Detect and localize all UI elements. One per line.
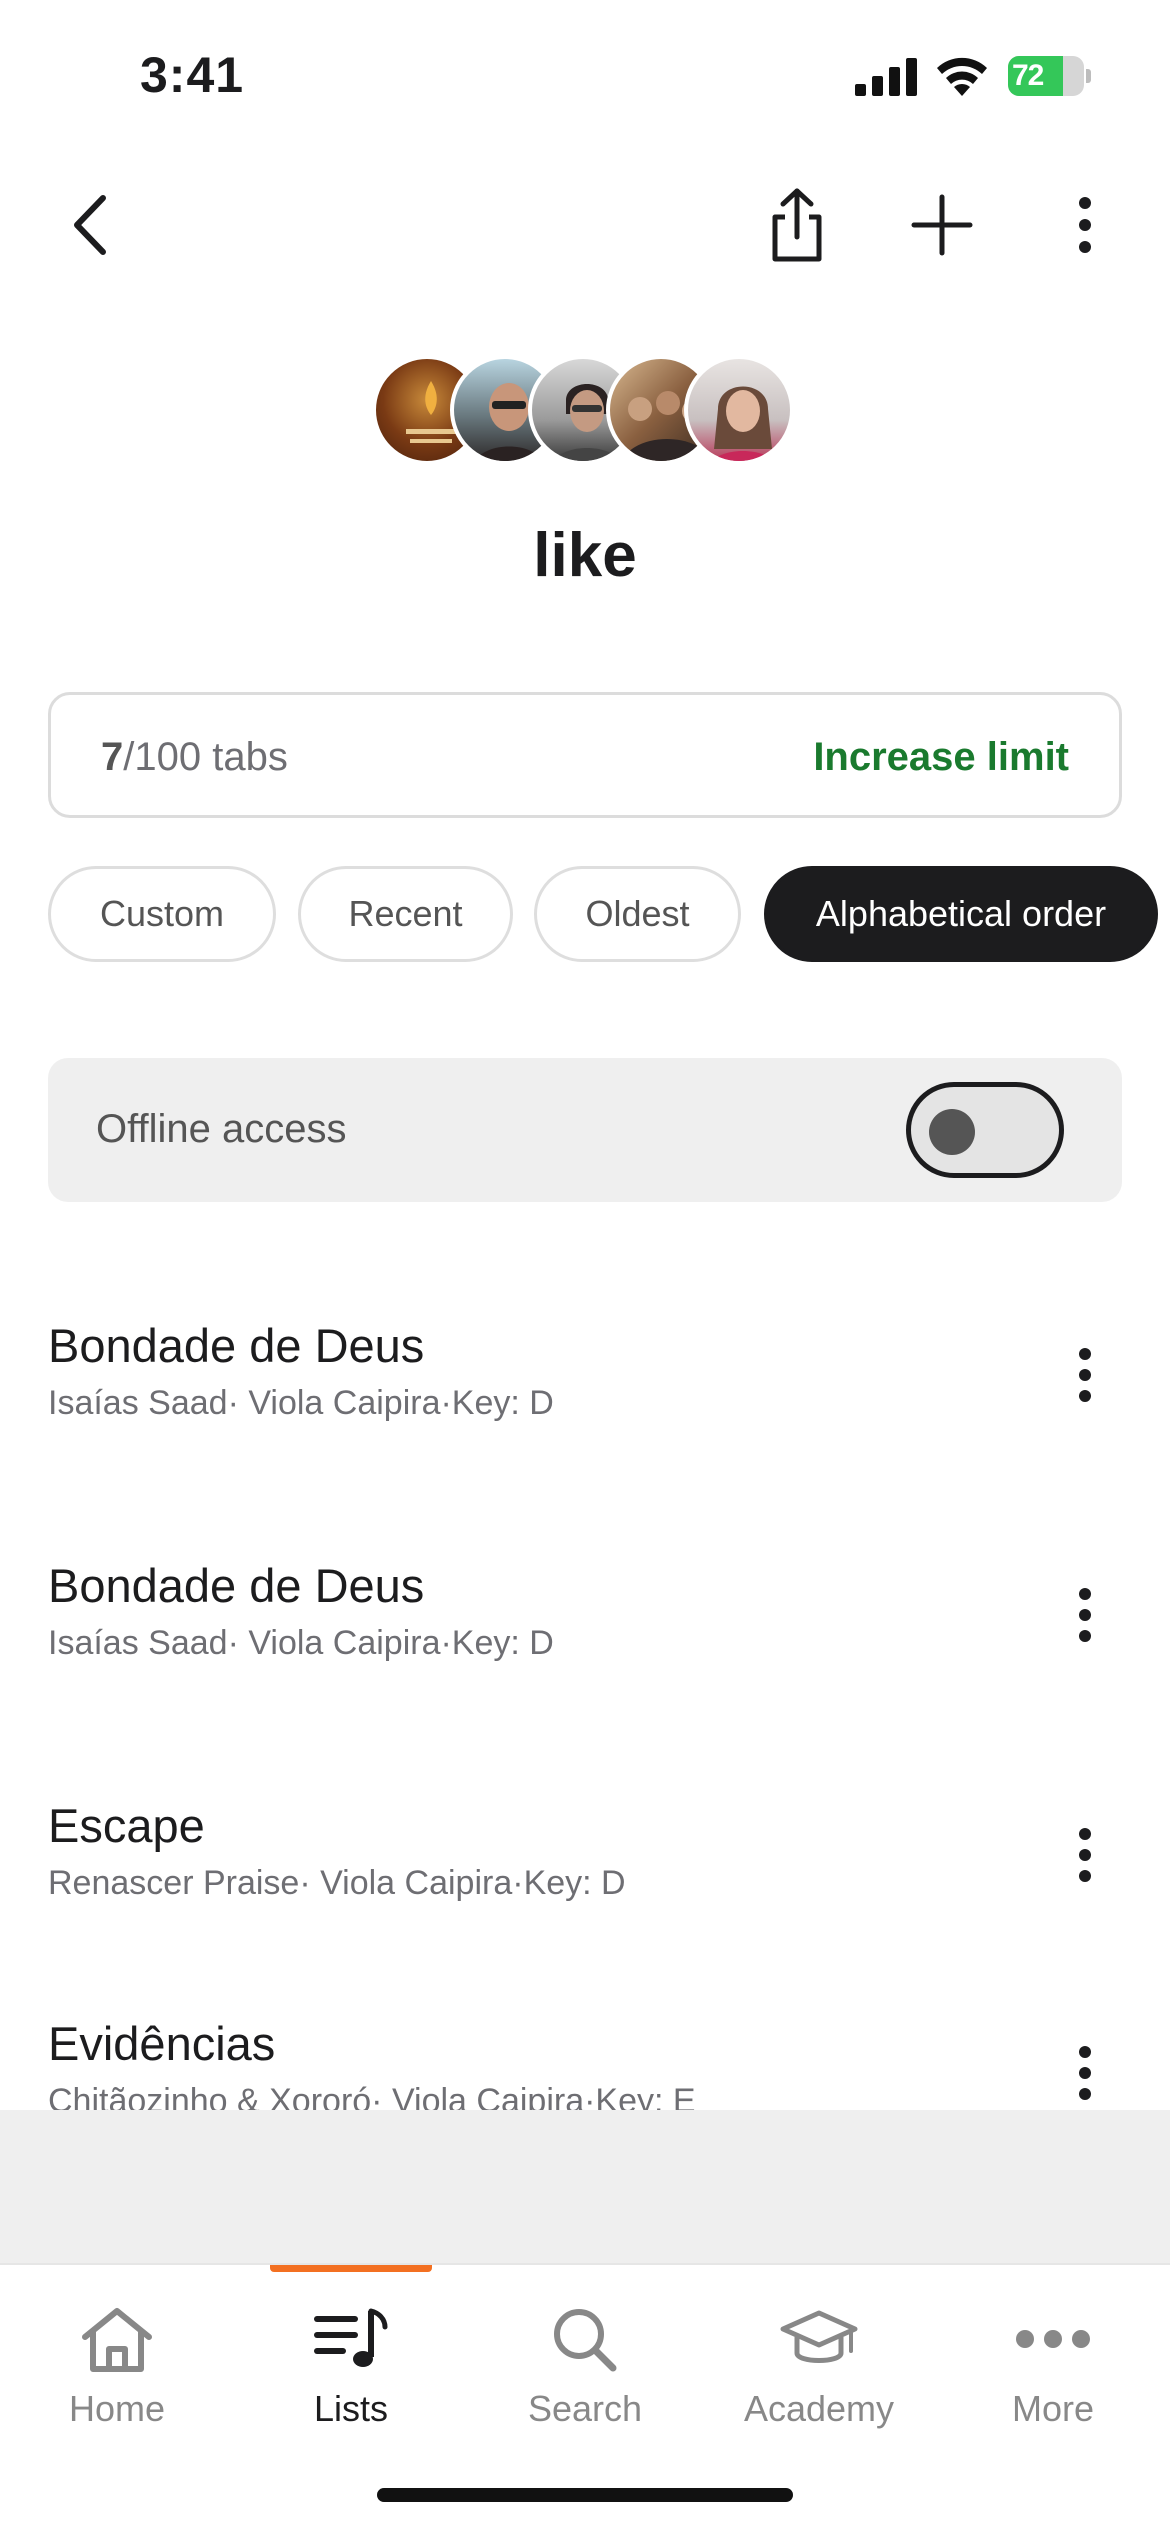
battery-icon: 72 <box>1008 56 1092 96</box>
back-icon <box>74 195 106 255</box>
tab-label: More <box>1011 2388 1095 2429</box>
tab-label: Home <box>68 2388 166 2429</box>
add-button[interactable] <box>897 180 987 270</box>
song-options-button[interactable] <box>1040 1560 1130 1670</box>
list-title: like <box>533 521 637 590</box>
sort-chip-custom[interactable]: Custom <box>48 866 276 962</box>
offline-access-label: Offline access <box>96 1107 347 1151</box>
list-item[interactable]: Bondade de Deus Isaías Saad· Viola Caipi… <box>0 1500 1170 1700</box>
back-button[interactable] <box>45 180 135 270</box>
home-indicator <box>377 2488 793 2502</box>
song-list: Bondade de Deus Isaías Saad· Viola Caipi… <box>0 1260 1170 2110</box>
wifi-icon <box>937 57 987 96</box>
offline-access-row: Offline access <box>48 1058 1122 1202</box>
avatar <box>684 355 794 465</box>
share-icon <box>772 188 822 262</box>
search-icon <box>554 2309 617 2372</box>
song-options-button[interactable] <box>1040 1800 1130 1910</box>
song-meta: Isaías Saad· Viola Caipira·Key: D <box>48 1624 554 1662</box>
song-title: Evidências <box>48 2017 276 2070</box>
player-placeholder <box>0 2110 1170 2263</box>
lists-icon <box>314 2308 388 2367</box>
song-meta: Chitãozinho & Xororó· Viola Caipira·Key:… <box>48 2082 696 2110</box>
list-item[interactable]: Evidências Chitãozinho & Xororó· Viola C… <box>0 1958 1170 2110</box>
more-horizontal-icon <box>1016 2330 1090 2348</box>
song-options-button[interactable] <box>1040 1320 1130 1430</box>
sort-chip-recent[interactable]: Recent <box>298 866 513 962</box>
increase-limit-button[interactable]: Increase limit <box>813 735 1069 780</box>
toggle-knob <box>929 1109 975 1155</box>
active-tab-indicator <box>270 2265 432 2272</box>
list-item[interactable]: Escape Renascer Praise· Viola Caipira·Ke… <box>0 1740 1170 1940</box>
tab-lists[interactable]: Lists <box>234 2295 468 2435</box>
tab-label: Academy <box>743 2388 895 2429</box>
list-item[interactable]: Bondade de Deus Isaías Saad· Viola Caipi… <box>0 1260 1170 1460</box>
offline-access-toggle[interactable] <box>906 1082 1064 1178</box>
add-icon <box>911 194 973 256</box>
status-bar: 3:41 72 <box>0 0 1170 150</box>
more-vertical-icon <box>1079 197 1091 253</box>
sort-chip-alphabetical[interactable]: Alphabetical order <box>764 866 1158 962</box>
home-icon <box>82 2308 152 2372</box>
song-title: Bondade de Deus <box>48 1559 425 1612</box>
tab-search[interactable]: Search <box>468 2295 702 2435</box>
artist-avatars <box>372 355 802 465</box>
signal-icon <box>855 58 917 96</box>
more-options-button[interactable] <box>1040 180 1130 270</box>
tab-limit-box: 7/100 tabs Increase limit <box>48 692 1122 818</box>
song-options-button[interactable] <box>1040 2018 1130 2110</box>
tab-academy[interactable]: Academy <box>702 2295 936 2435</box>
song-meta: Renascer Praise· Viola Caipira·Key: D <box>48 1864 626 1902</box>
share-button[interactable] <box>752 180 842 270</box>
tab-count: 7/100 tabs <box>101 735 288 779</box>
song-title: Escape <box>48 1799 205 1852</box>
tab-more[interactable]: More <box>936 2295 1170 2435</box>
sort-chip-oldest[interactable]: Oldest <box>534 866 741 962</box>
song-meta: Isaías Saad· Viola Caipira·Key: D <box>48 1384 554 1422</box>
song-title: Bondade de Deus <box>48 1319 425 1372</box>
battery-level: 72 <box>1012 59 1044 92</box>
status-time: 3:41 <box>140 47 245 103</box>
tab-label: Lists <box>313 2388 389 2429</box>
tab-home[interactable]: Home <box>0 2295 234 2435</box>
tab-label: Search <box>527 2388 643 2429</box>
academy-icon <box>780 2310 858 2363</box>
